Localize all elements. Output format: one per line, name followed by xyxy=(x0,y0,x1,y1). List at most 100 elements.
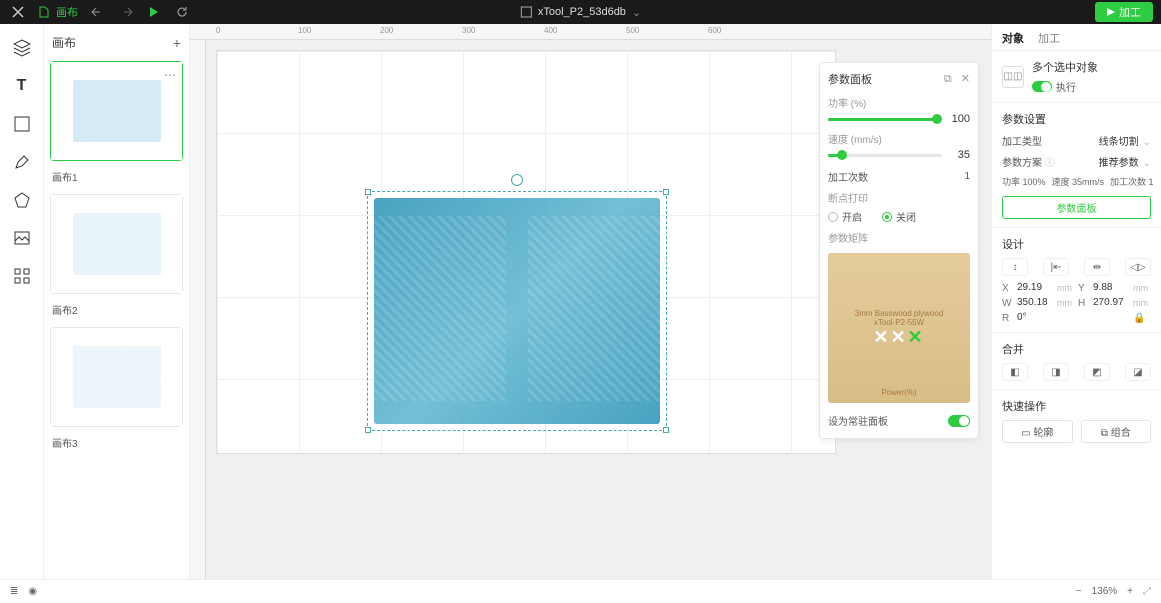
interval-off-radio[interactable]: 关闭 xyxy=(882,209,916,224)
canvas-thumb-2-label: 画布2 xyxy=(50,298,183,327)
x-input[interactable] xyxy=(1017,282,1054,294)
zoom-in-icon[interactable]: + xyxy=(1127,586,1133,597)
align-left-icon[interactable]: |⇤ xyxy=(1043,258,1069,276)
canvas-panel-header: 画布 + xyxy=(50,28,183,61)
inspector-tabs: 对象 加工 xyxy=(992,24,1161,51)
canvas-thumb-1-label: 画布1 xyxy=(50,165,183,194)
y-input[interactable] xyxy=(1093,282,1130,294)
selection-box[interactable] xyxy=(367,191,667,431)
text-icon[interactable]: T xyxy=(12,76,32,96)
matrix-label: 参数矩阵 xyxy=(828,230,970,245)
canvas-thumb-2[interactable] xyxy=(50,194,183,294)
topbar-left: 画布 xyxy=(0,4,190,20)
scheme-select[interactable]: 推荐参数⌄ xyxy=(1099,154,1151,169)
ruler-tick: 600 xyxy=(708,26,721,35)
vector-icon[interactable] xyxy=(12,190,32,210)
image-icon[interactable] xyxy=(12,228,32,248)
exec-label: 执行 xyxy=(1056,79,1076,94)
popout-icon[interactable]: ⧉ xyxy=(944,73,952,85)
speed-value: 35 xyxy=(948,149,970,161)
pin-toggle[interactable] xyxy=(948,415,970,427)
pen-icon[interactable] xyxy=(12,152,32,172)
resize-handle-sw[interactable] xyxy=(365,427,371,433)
close-panel-icon[interactable]: ✕ xyxy=(961,73,970,85)
arrange-icon[interactable]: ↕ xyxy=(1002,258,1028,276)
close-icon[interactable] xyxy=(10,4,26,20)
workspace[interactable]: 0 100 200 300 400 500 600 参数面板 ⧉ xyxy=(190,24,991,579)
param-panel[interactable]: 参数面板 ⧉ ✕ 功率 (%) 100 速度 (mm/s) 35 加工次数 1 … xyxy=(819,62,979,439)
resize-handle-ne[interactable] xyxy=(663,189,669,195)
object-title: 多个选中对象 xyxy=(1032,59,1098,75)
process-button[interactable]: 加工 xyxy=(1095,2,1153,22)
layers-toggle-icon[interactable]: ≣ xyxy=(10,586,18,597)
align-center-icon[interactable]: ⇹ xyxy=(1084,258,1110,276)
chevron-down-icon: ⌄ xyxy=(632,6,641,19)
design-artwork[interactable] xyxy=(374,198,660,424)
info-icon[interactable]: ⓘ xyxy=(1045,158,1055,169)
visibility-icon[interactable]: ◉ xyxy=(28,586,37,597)
power-label: 功率 (%) xyxy=(828,95,970,110)
outline-button[interactable]: ▭ 轮廓 xyxy=(1002,420,1073,443)
intersect-icon[interactable]: ◩ xyxy=(1084,363,1110,381)
project-name-text: xTool_P2_53d6db xyxy=(538,6,626,18)
play-icon[interactable] xyxy=(146,4,162,20)
redo-icon[interactable] xyxy=(118,4,134,20)
tab-process[interactable]: 加工 xyxy=(1038,30,1060,46)
subtract-icon[interactable]: ◨ xyxy=(1043,363,1069,381)
project-title[interactable]: xTool_P2_53d6db ⌄ xyxy=(520,6,641,19)
open-param-panel-button[interactable]: 参数面板 xyxy=(1002,196,1151,219)
param-panel-title: 参数面板 xyxy=(828,71,872,87)
ruler-tick: 0 xyxy=(216,26,220,35)
left-tool-strip: T xyxy=(0,24,44,579)
mirror-icon[interactable]: ◁▷ xyxy=(1125,258,1151,276)
proc-type-select[interactable]: 线条切割⌄ xyxy=(1099,133,1151,148)
r-input[interactable] xyxy=(1017,312,1054,324)
zoom-value[interactable]: 136% xyxy=(1092,586,1118,597)
refresh-icon[interactable] xyxy=(174,4,190,20)
canvas-panel-title: 画布 xyxy=(52,34,76,51)
pin-label: 设为常驻面板 xyxy=(828,413,888,428)
canvas-thumb-1[interactable]: ⋯ xyxy=(50,61,183,161)
speed-slider[interactable] xyxy=(828,154,942,157)
layers-icon[interactable] xyxy=(12,38,32,58)
h-input[interactable] xyxy=(1093,297,1130,309)
process-label: 加工 xyxy=(1119,4,1141,20)
apps-icon[interactable] xyxy=(12,266,32,286)
shape-icon[interactable] xyxy=(12,114,32,134)
resize-handle-nw[interactable] xyxy=(365,189,371,195)
exec-toggle[interactable] xyxy=(1032,81,1052,92)
w-input[interactable] xyxy=(1017,297,1054,309)
ruler-vertical xyxy=(190,24,206,579)
ruler-tick: 100 xyxy=(298,26,311,35)
lock-aspect-icon[interactable]: 🔒 xyxy=(1133,313,1151,324)
add-canvas-icon[interactable]: + xyxy=(173,35,181,51)
proc-type-label: 加工类型 xyxy=(1002,133,1042,148)
quick-title: 快速操作 xyxy=(1002,398,1151,414)
tab-object[interactable]: 对象 xyxy=(1002,30,1024,46)
more-icon[interactable]: ⋯ xyxy=(164,68,176,82)
ruler-tick: 300 xyxy=(462,26,475,35)
chip-power: 功率 100% xyxy=(1002,175,1046,188)
file-icon xyxy=(38,6,50,18)
merge-title: 合并 xyxy=(1002,341,1151,357)
zoom-out-icon[interactable]: − xyxy=(1076,586,1082,597)
fit-icon[interactable]: ⤢ xyxy=(1143,586,1151,597)
ruler-tick: 400 xyxy=(544,26,557,35)
file-chip[interactable]: 画布 xyxy=(38,4,78,20)
speed-label: 速度 (mm/s) xyxy=(828,131,970,146)
canvas-panel: 画布 + ⋯ 画布1 画布2 画布3 xyxy=(44,24,190,579)
exclude-icon[interactable]: ◪ xyxy=(1125,363,1151,381)
canvas-thumb-3-label: 画布3 xyxy=(50,431,183,460)
scheme-label: 参数方案 xyxy=(1002,158,1042,169)
interval-on-radio[interactable]: 开启 xyxy=(828,209,862,224)
union-icon[interactable]: ◧ xyxy=(1002,363,1028,381)
canvas-thumb-3[interactable] xyxy=(50,327,183,427)
resize-handle-se[interactable] xyxy=(663,427,669,433)
undo-icon[interactable] xyxy=(90,4,106,20)
artboard[interactable] xyxy=(216,50,836,454)
group-button[interactable]: ⧉ 组合 xyxy=(1081,420,1152,443)
play-small-icon xyxy=(1107,8,1115,16)
power-slider[interactable] xyxy=(828,118,942,121)
chip-passes: 加工次数 1 xyxy=(1110,175,1154,188)
passes-label: 加工次数 xyxy=(828,169,868,184)
